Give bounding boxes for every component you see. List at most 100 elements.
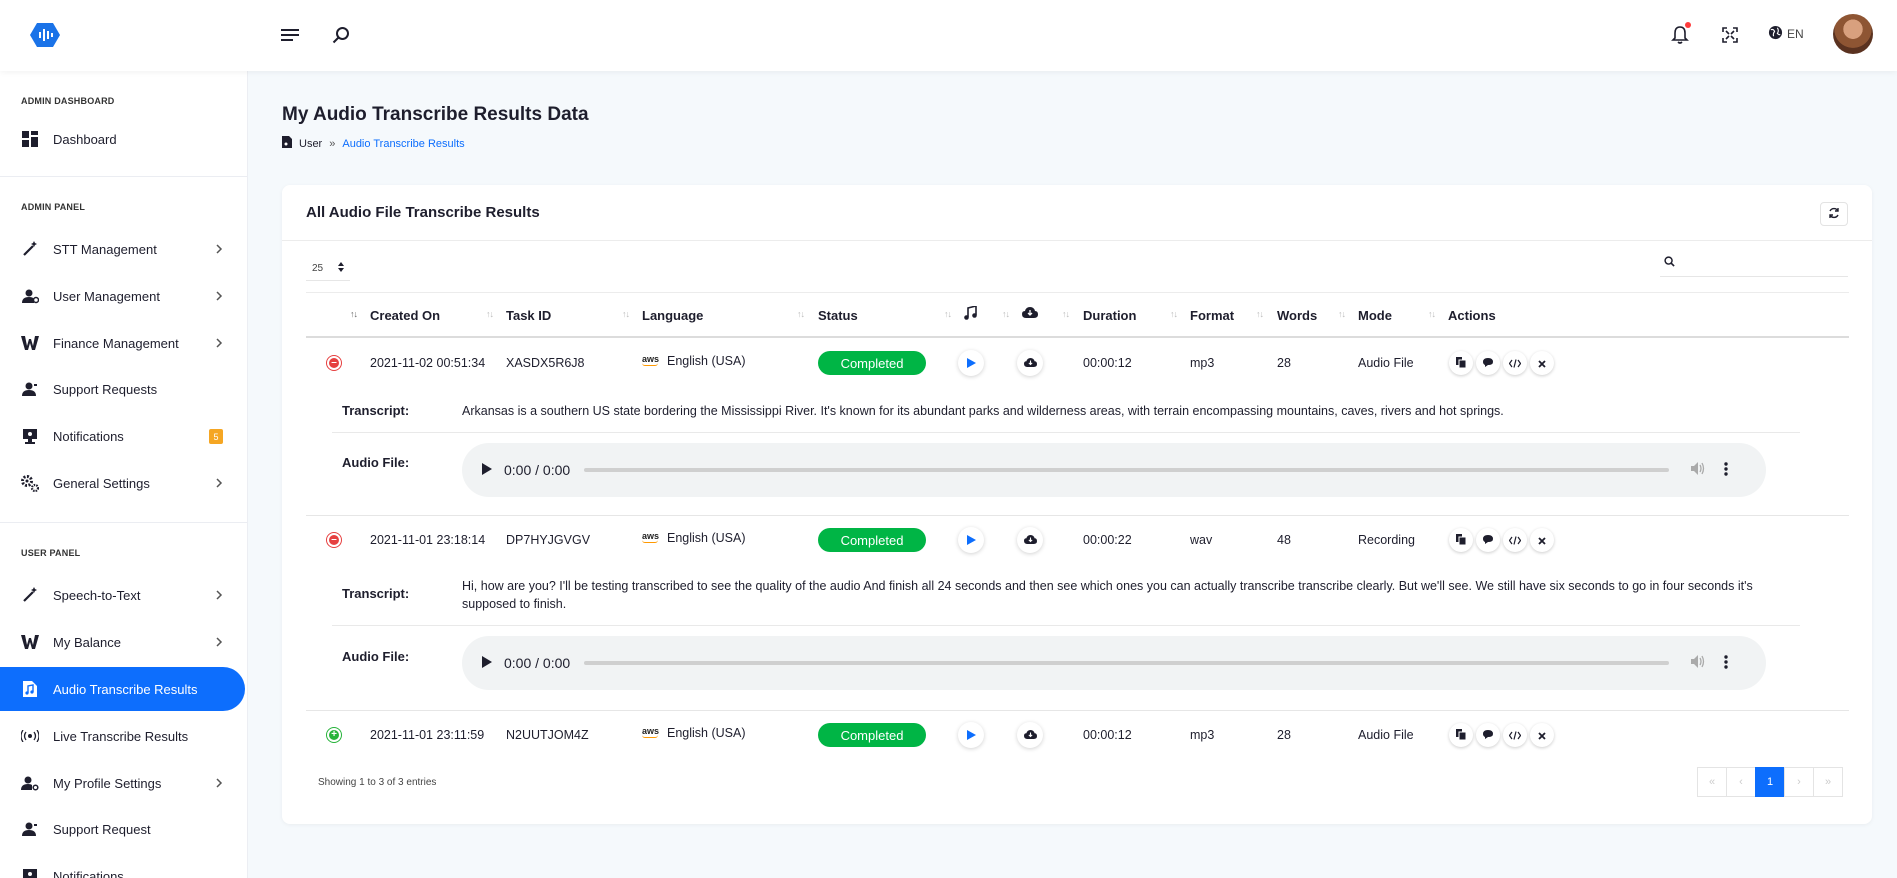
- play-button[interactable]: [958, 527, 984, 553]
- embed-code-button[interactable]: [1503, 528, 1527, 552]
- download-button[interactable]: [1017, 527, 1043, 553]
- collapse-row-button[interactable]: –: [326, 355, 342, 371]
- sidebar-item-audio-transcribe-results[interactable]: Audio Transcribe Results: [0, 667, 245, 711]
- sidebar: ADMIN DASHBOARD Dashboard ADMIN PANEL ST…: [0, 71, 248, 878]
- sort-icon[interactable]: ↑↓: [797, 309, 805, 319]
- delete-button[interactable]: [1530, 528, 1554, 552]
- more-options-icon[interactable]: [1724, 654, 1728, 672]
- column-language[interactable]: Language: [642, 308, 703, 323]
- player-progress-bar[interactable]: [584, 468, 1669, 472]
- user-avatar[interactable]: [1833, 14, 1873, 54]
- sidebar-item-support-requests[interactable]: Support Requests: [0, 367, 245, 411]
- volume-icon[interactable]: [1691, 462, 1706, 478]
- delete-button[interactable]: [1530, 351, 1554, 375]
- section-user-panel: USER PANEL: [21, 548, 81, 558]
- sort-icon[interactable]: ↑↓: [350, 309, 358, 319]
- sort-icon[interactable]: ↑↓: [486, 309, 494, 319]
- language-switcher[interactable]: EN: [1768, 25, 1804, 43]
- embed-code-button[interactable]: [1503, 351, 1527, 375]
- cloud-download-icon: [1023, 356, 1037, 371]
- column-duration[interactable]: Duration: [1083, 308, 1136, 323]
- page-length-select[interactable]: 25: [306, 257, 350, 281]
- play-button[interactable]: [958, 722, 984, 748]
- audio-player[interactable]: 0:00 / 0:00: [462, 443, 1766, 497]
- column-status[interactable]: Status: [818, 308, 858, 323]
- cloud-download-icon[interactable]: [1022, 306, 1038, 322]
- sidebar-item-support-request[interactable]: Support Request: [0, 807, 245, 851]
- copy-button[interactable]: [1449, 528, 1473, 552]
- next-page-button[interactable]: ›: [1784, 767, 1814, 797]
- chevron-right-icon: [215, 476, 223, 491]
- player-play-icon[interactable]: [482, 462, 492, 478]
- comments-icon: [1482, 356, 1494, 371]
- code-icon: [1508, 728, 1522, 743]
- column-words[interactable]: Words: [1277, 308, 1317, 323]
- results-card: All Audio File Transcribe Results 25 ↑↓ …: [282, 185, 1872, 824]
- page-button[interactable]: 1: [1755, 767, 1785, 797]
- copy-button[interactable]: [1449, 351, 1473, 375]
- sort-icon[interactable]: ↑↓: [1002, 309, 1010, 319]
- sort-icon[interactable]: ↑↓: [1338, 309, 1346, 319]
- sidebar-item-live-transcribe-results[interactable]: Live Transcribe Results: [0, 714, 245, 758]
- sidebar-item-my-profile-settings[interactable]: My Profile Settings: [0, 761, 245, 805]
- music-note-icon[interactable]: [964, 304, 977, 323]
- sidebar-item-finance-management[interactable]: Finance Management: [0, 321, 245, 365]
- sidebar-item-notifications-user[interactable]: Notifications: [0, 854, 245, 878]
- expand-row-button[interactable]: +: [326, 727, 342, 743]
- audio-player[interactable]: 0:00 / 0:00: [462, 636, 1766, 690]
- sort-icon[interactable]: ↑↓: [944, 309, 952, 319]
- player-progress-bar[interactable]: [584, 661, 1669, 665]
- menu-toggle-icon[interactable]: [277, 22, 303, 48]
- refresh-icon: [1828, 207, 1840, 222]
- sidebar-item-speech-to-text[interactable]: Speech-to-Text: [0, 573, 245, 617]
- collapse-row-button[interactable]: –: [326, 532, 342, 548]
- first-page-button[interactable]: «: [1697, 767, 1727, 797]
- column-mode[interactable]: Mode: [1358, 308, 1392, 323]
- breadcrumb-user[interactable]: User: [299, 138, 322, 150]
- comments-icon: [1482, 533, 1494, 548]
- sort-icon[interactable]: ↑↓: [1428, 309, 1436, 319]
- sort-icon[interactable]: ↑↓: [622, 309, 630, 319]
- bell-icon[interactable]: [1667, 22, 1693, 48]
- sort-icon[interactable]: ↑↓: [1256, 309, 1264, 319]
- column-task-id[interactable]: Task ID: [506, 308, 551, 323]
- refresh-button[interactable]: [1820, 202, 1848, 226]
- code-icon: [1508, 533, 1522, 548]
- sidebar-item-label: STT Management: [53, 241, 157, 257]
- search-icon[interactable]: [328, 22, 354, 48]
- table-search[interactable]: [1660, 249, 1848, 277]
- sort-icon[interactable]: ↑↓: [1062, 309, 1070, 319]
- transcript-text: Arkansas is a southern US state borderin…: [462, 404, 1504, 418]
- code-icon: [1508, 356, 1522, 371]
- sidebar-item-general-settings[interactable]: General Settings: [0, 461, 245, 505]
- sidebar-item-dashboard[interactable]: Dashboard: [0, 117, 245, 161]
- globe-icon: [1768, 25, 1783, 43]
- search-input[interactable]: [1681, 255, 1841, 270]
- sidebar-item-stt-management[interactable]: STT Management: [0, 227, 245, 271]
- format: mp3: [1190, 728, 1215, 742]
- column-format[interactable]: Format: [1190, 308, 1234, 323]
- more-options-icon[interactable]: [1724, 461, 1728, 479]
- comments-button[interactable]: [1476, 528, 1500, 552]
- fullscreen-icon[interactable]: [1717, 22, 1743, 48]
- player-play-icon[interactable]: [482, 655, 492, 671]
- play-button[interactable]: [958, 350, 984, 376]
- sidebar-item-notifications-admin[interactable]: Notifications 5: [0, 414, 245, 458]
- app-logo[interactable]: [30, 22, 60, 48]
- sidebar-item-my-balance[interactable]: My Balance: [0, 620, 245, 664]
- prev-page-button[interactable]: ‹: [1726, 767, 1756, 797]
- sort-icon[interactable]: ↑↓: [1170, 309, 1178, 319]
- download-button[interactable]: [1017, 722, 1043, 748]
- created-on: 2021-11-01 23:11:59: [370, 728, 485, 742]
- download-button[interactable]: [1017, 350, 1043, 376]
- column-created-on[interactable]: Created On: [370, 308, 440, 323]
- volume-icon[interactable]: [1691, 655, 1706, 671]
- embed-code-button[interactable]: [1503, 723, 1527, 747]
- comments-button[interactable]: [1476, 351, 1500, 375]
- breadcrumb-current[interactable]: Audio Transcribe Results: [342, 138, 464, 150]
- comments-button[interactable]: [1476, 723, 1500, 747]
- delete-button[interactable]: [1530, 723, 1554, 747]
- last-page-button[interactable]: »: [1813, 767, 1843, 797]
- copy-button[interactable]: [1449, 723, 1473, 747]
- sidebar-item-user-management[interactable]: User Management: [0, 274, 245, 318]
